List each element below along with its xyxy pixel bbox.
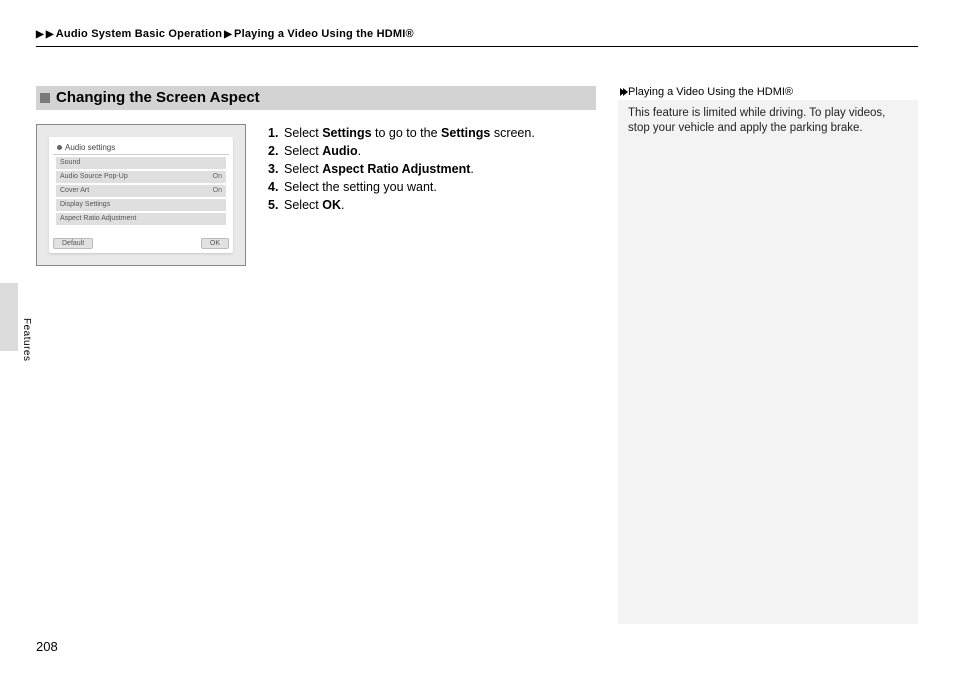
thumb-ok-button: OK xyxy=(201,238,229,249)
caret-right-icon: ▶ xyxy=(224,29,232,40)
step-text: Select xyxy=(284,126,322,140)
step-bold: OK xyxy=(322,198,341,212)
sidebar-title: Playing a Video Using the HDMI® xyxy=(618,86,918,98)
thumb-row-label: Aspect Ratio Adjustment xyxy=(60,213,136,225)
caret-right-icon: ▶ xyxy=(36,29,44,40)
thumb-row: Aspect Ratio Adjustment xyxy=(56,213,226,225)
sidebar-title-text: Playing a Video Using the HDMI® xyxy=(628,86,793,98)
breadcrumb: ▶ ▶ Audio System Basic Operation ▶ Playi… xyxy=(36,28,918,40)
step-text: . xyxy=(470,162,473,176)
step-number: 2. xyxy=(268,142,284,160)
page-number: 208 xyxy=(36,639,58,654)
step-text: screen. xyxy=(490,126,534,140)
section-heading: Changing the Screen Aspect xyxy=(36,86,596,110)
thumb-row-label: Cover Art xyxy=(60,185,89,197)
side-tab xyxy=(0,283,18,351)
step-text: Select xyxy=(284,144,322,158)
step: 2.Select Audio. xyxy=(268,142,535,160)
thumb-row-label: Audio Source Pop-Up xyxy=(60,171,128,183)
side-tab-label: Features xyxy=(21,318,32,361)
thumb-header-text: Audio settings xyxy=(65,143,115,152)
thumb-row-label: Display Settings xyxy=(60,199,110,211)
caret-right-icon: ▶ xyxy=(46,29,54,40)
step-number: 3. xyxy=(268,160,284,178)
breadcrumb-level1: Audio System Basic Operation xyxy=(56,28,222,40)
thumb-row-value: On xyxy=(213,171,222,183)
step-number: 4. xyxy=(268,178,284,196)
thumb-row: Sound xyxy=(56,157,226,169)
sidebar-body-text: This feature is limited while driving. T… xyxy=(628,107,885,134)
thumb-default-button: Default xyxy=(53,238,93,249)
sidebar-box: This feature is limited while driving. T… xyxy=(618,100,918,624)
step-text: . xyxy=(358,144,361,158)
step-bold: Audio xyxy=(322,144,357,158)
thumb-row: Display Settings xyxy=(56,199,226,211)
thumb-row: Audio Source Pop-Up On xyxy=(56,171,226,183)
step-number: 1. xyxy=(268,124,284,142)
step-body: Select OK. xyxy=(284,196,535,214)
step-text: Select xyxy=(284,198,322,212)
thumb-row-label: Sound xyxy=(60,157,80,169)
step-text: . xyxy=(341,198,344,212)
step: 4.Select the setting you want. xyxy=(268,178,535,196)
thumb-row: Cover Art On xyxy=(56,185,226,197)
step-bold: Aspect Ratio Adjustment xyxy=(322,162,470,176)
thumb-header: Audio settings xyxy=(53,141,229,155)
step: 1.Select Settings to go to the Settings … xyxy=(268,124,535,142)
thumb-row-value: On xyxy=(213,185,222,197)
step-text: Select the setting you want. xyxy=(284,180,437,194)
header-rule xyxy=(36,46,918,47)
step-text: to go to the xyxy=(372,126,442,140)
square-bullet-icon xyxy=(40,93,50,103)
step-body: Select Audio. xyxy=(284,142,535,160)
section-title: Changing the Screen Aspect xyxy=(56,86,260,110)
step: 3.Select Aspect Ratio Adjustment. xyxy=(268,160,535,178)
step-bold: Settings xyxy=(322,126,371,140)
step-body: Select the setting you want. xyxy=(284,178,535,196)
step-body: Select Aspect Ratio Adjustment. xyxy=(284,160,535,178)
settings-screenshot: Audio settings Sound Audio Source Pop-Up O… xyxy=(36,124,246,266)
dot-icon xyxy=(57,145,62,150)
step-text: Select xyxy=(284,162,322,176)
step: 5.Select OK. xyxy=(268,196,535,214)
breadcrumb-level2: Playing a Video Using the HDMI® xyxy=(234,28,414,40)
steps-list: 1.Select Settings to go to the Settings … xyxy=(268,118,535,266)
step-bold: Settings xyxy=(441,126,490,140)
step-body: Select Settings to go to the Settings sc… xyxy=(284,124,535,142)
step-number: 5. xyxy=(268,196,284,214)
